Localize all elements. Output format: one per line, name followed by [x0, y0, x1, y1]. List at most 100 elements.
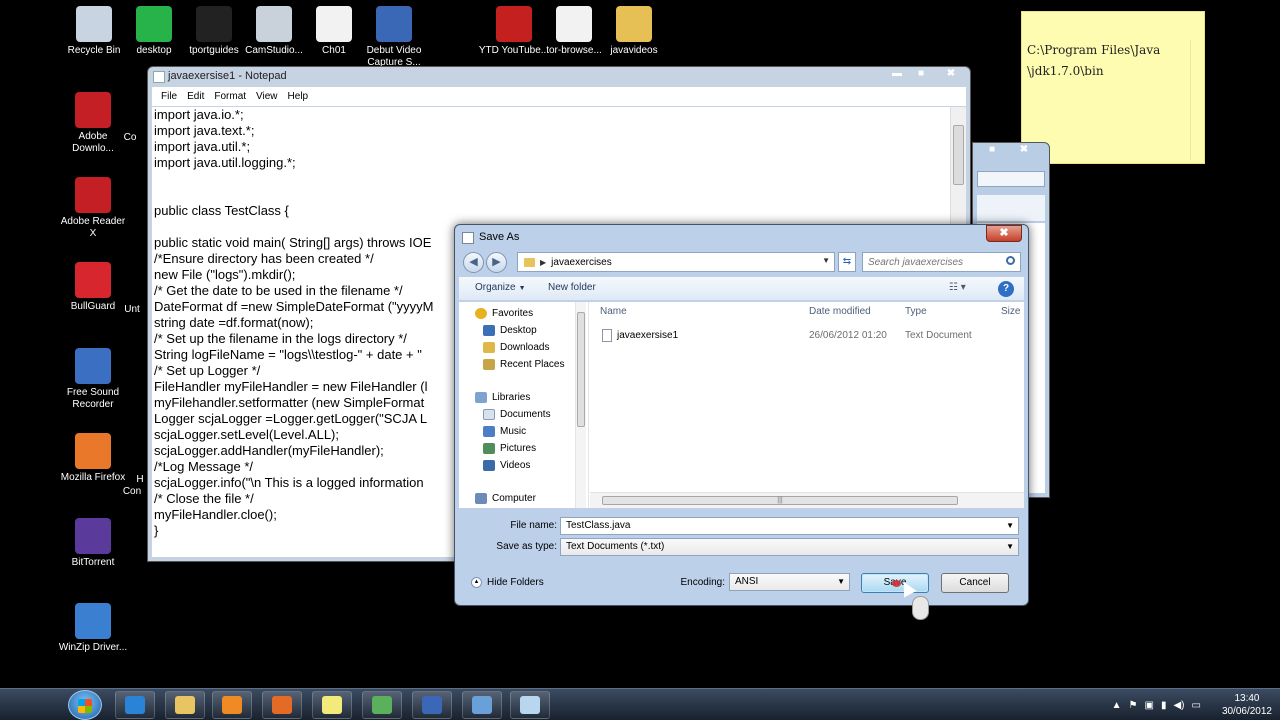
- notepad-app-icon: [153, 71, 165, 83]
- column-name[interactable]: Name: [600, 306, 627, 317]
- file-list-hscrollbar[interactable]: |||: [590, 492, 1024, 508]
- desktop-icon-top-5[interactable]: Debut Video Capture S...: [358, 6, 430, 69]
- taskbar-button-notepad[interactable]: [510, 691, 550, 719]
- notepad-maximize-button[interactable]: ■: [910, 67, 932, 81]
- firefox-icon: [272, 696, 292, 714]
- notepad-close-button[interactable]: ✖: [940, 67, 962, 81]
- sticky-note[interactable]: C:\Program Files\Java \jdk1.7.0\bin: [1021, 11, 1205, 164]
- nav-downloads[interactable]: Downloads: [483, 342, 549, 353]
- desktop-icon-left-6[interactable]: WinZip Driver...: [57, 603, 129, 654]
- nav-downloads-label: Downloads: [500, 342, 550, 353]
- desktop-icon-left-1[interactable]: Adobe Reader X: [57, 177, 129, 240]
- hide-folders-button[interactable]: ▲ Hide Folders: [471, 577, 544, 588]
- view-options-icon[interactable]: ☷ ▾: [949, 282, 966, 293]
- debut-video-icon: [422, 696, 442, 714]
- taskbar-button-explorer[interactable]: [165, 691, 205, 719]
- taskbar-button-debut-video[interactable]: [412, 691, 452, 719]
- nav-scroll-thumb[interactable]: [577, 312, 585, 427]
- column-date-modified[interactable]: Date modified: [809, 306, 871, 317]
- desktop-icon-left-5[interactable]: BitTorrent: [57, 518, 129, 569]
- tray-app-icon[interactable]: ▣: [1144, 700, 1153, 711]
- nav-desktop[interactable]: Desktop: [483, 325, 537, 336]
- menu-file[interactable]: File: [161, 91, 177, 102]
- taskbar-button-firefox[interactable]: [262, 691, 302, 719]
- breadcrumb-current[interactable]: javaexercises: [551, 257, 612, 268]
- desktop-icon-left-3[interactable]: Free Sound Recorder: [57, 348, 129, 411]
- menu-format[interactable]: Format: [214, 91, 246, 102]
- notepad-scroll-thumb[interactable]: [953, 125, 964, 185]
- action-center-flag-icon[interactable]: ⚑: [1129, 700, 1138, 711]
- search-input[interactable]: [863, 253, 1001, 271]
- save-as-type-select[interactable]: Text Documents (*.txt) ▼: [560, 538, 1019, 556]
- menu-edit[interactable]: Edit: [187, 91, 204, 102]
- volume-icon[interactable]: ◀): [1173, 700, 1184, 711]
- search-box[interactable]: [862, 252, 1021, 272]
- bg-maximize-button[interactable]: ■: [983, 143, 1001, 157]
- partial-icon-label-4[interactable]: Con: [112, 486, 152, 498]
- save-as-dialog[interactable]: Save As ✖ ◀ ▶ ▶ javaexercises ▼ ⇆ Organi…: [454, 224, 1029, 606]
- network-icon[interactable]: ▮: [1161, 700, 1167, 711]
- desktop-icon-top-8[interactable]: javavideos: [598, 6, 670, 57]
- new-folder-button[interactable]: New folder: [548, 282, 596, 293]
- partial-icon-label-2[interactable]: Unt: [112, 304, 152, 316]
- desktop-icon-left-0[interactable]: Adobe Downlo...: [57, 92, 129, 155]
- dialog-close-button[interactable]: ✖: [986, 225, 1022, 242]
- encoding-select[interactable]: ANSI ▼: [729, 573, 850, 591]
- nav-pictures[interactable]: Pictures: [483, 443, 536, 454]
- bg-address-bar[interactable]: [977, 171, 1045, 187]
- file-row[interactable]: javaexersise1 26/06/2012 01:20 Text Docu…: [598, 327, 1018, 345]
- taskbar-button-sticky-notes[interactable]: [312, 691, 352, 719]
- nav-videos[interactable]: Videos: [483, 460, 530, 471]
- column-size[interactable]: Size: [1001, 306, 1020, 317]
- forward-button[interactable]: ▶: [486, 252, 507, 273]
- start-button[interactable]: [68, 690, 102, 720]
- hscroll-thumb[interactable]: |||: [602, 496, 958, 505]
- address-bar[interactable]: ▶ javaexercises ▼: [517, 252, 835, 272]
- column-type[interactable]: Type: [905, 306, 927, 317]
- navigation-pane: Favorites Desktop Downloads Recent Place…: [459, 302, 589, 508]
- file-name-dropdown-icon[interactable]: ▼: [1006, 521, 1014, 530]
- desktop-app-icon: [75, 92, 111, 128]
- notepad-code[interactable]: import java.io.*; import java.text.*; im…: [154, 107, 434, 539]
- save-as-type-dropdown-icon[interactable]: ▼: [1006, 542, 1014, 551]
- bg-close-button[interactable]: ✖: [1013, 143, 1035, 157]
- encoding-dropdown-icon[interactable]: ▼: [837, 577, 845, 586]
- refresh-button[interactable]: ⇆: [838, 252, 856, 272]
- file-list[interactable]: Name Date modified Type Size javaexersis…: [590, 302, 1024, 508]
- menu-view[interactable]: View: [256, 91, 278, 102]
- nav-documents[interactable]: Documents: [483, 409, 551, 420]
- menu-help[interactable]: Help: [288, 91, 309, 102]
- partial-icon-label-1[interactable]: Co: [110, 132, 150, 144]
- nav-recent-places[interactable]: Recent Places: [483, 359, 564, 370]
- breadcrumb-chevron-icon[interactable]: ▶: [540, 258, 546, 267]
- star-icon: [475, 308, 487, 319]
- sticky-note-scrollbar[interactable]: [1190, 40, 1200, 160]
- file-name: javaexersise1: [617, 330, 679, 341]
- taskbar-button-media-player[interactable]: [212, 691, 252, 719]
- nav-music[interactable]: Music: [483, 426, 526, 437]
- notepad-minimize-button[interactable]: ▬: [886, 67, 908, 81]
- power-icon[interactable]: ▭: [1191, 700, 1200, 711]
- organize-button[interactable]: Organize ▼: [475, 282, 526, 293]
- file-name-field[interactable]: TestClass.java ▼: [560, 517, 1019, 535]
- tray-show-hidden-icon[interactable]: ▲: [1112, 700, 1122, 711]
- back-button[interactable]: ◀: [463, 252, 484, 273]
- taskbar-button-ie[interactable]: [115, 691, 155, 719]
- cancel-button[interactable]: Cancel: [941, 573, 1009, 593]
- nav-favorites[interactable]: Favorites: [475, 308, 533, 319]
- desktop-app-icon: [75, 262, 111, 298]
- dialog-toolbar: Organize ▼ New folder ☷ ▾ ?: [459, 277, 1024, 301]
- nav-computer[interactable]: Computer: [475, 493, 536, 504]
- desktop-icon-label: Free Sound Recorder: [66, 387, 120, 410]
- clock[interactable]: 13:40 30/06/2012: [1222, 692, 1272, 718]
- taskbar-button-network[interactable]: [362, 691, 402, 719]
- taskbar-button-remote[interactable]: [462, 691, 502, 719]
- desktop-icon-left-4[interactable]: Mozilla Firefox: [57, 433, 129, 484]
- address-dropdown-icon[interactable]: ▼: [822, 256, 830, 265]
- downloads-icon: [483, 342, 495, 353]
- sticky-note-text[interactable]: C:\Program Files\Java \jdk1.7.0\bin: [1027, 40, 1187, 82]
- search-icon[interactable]: [1006, 256, 1015, 265]
- help-icon[interactable]: ?: [998, 281, 1014, 297]
- nav-scrollbar[interactable]: [575, 302, 586, 508]
- nav-libraries[interactable]: Libraries: [475, 392, 530, 403]
